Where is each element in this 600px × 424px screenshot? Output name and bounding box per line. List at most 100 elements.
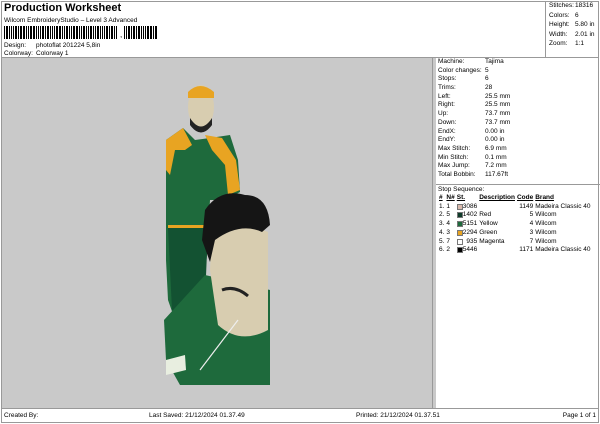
thread-code: 1149 <box>519 202 534 210</box>
stat-row: Height: 5.80 in <box>546 20 599 30</box>
info-row: EndY: 0.00 in <box>438 136 510 145</box>
column-header: Description <box>479 194 515 201</box>
table-row: 3. 4 5151 Yellow 4 Wilcom <box>438 220 592 229</box>
info-label: Max Jump: <box>438 162 470 170</box>
needle-number: 1 <box>446 202 451 210</box>
info-label: Left: <box>438 92 451 100</box>
info-row: Right: 25.5 mm <box>438 101 510 110</box>
info-label: Machine: <box>438 58 465 65</box>
machine-info: Machine: Tajima Color changes: 5 Stops: 6 Trim… <box>438 58 510 180</box>
stop-sequence-table: # N# St. Description Code Brand 1. 1 3086 1149 Mad… <box>438 194 592 255</box>
color-description: Magenta <box>479 237 505 245</box>
barcode-suffix: , <box>120 30 123 39</box>
info-row: EndX: 0.00 in <box>438 128 510 137</box>
table-row: 6. 2 5446 1171 Madeira Classic 40 <box>438 246 592 255</box>
info-value: 28 <box>485 84 493 92</box>
stop-number: 1. <box>439 202 445 210</box>
info-value: 6 <box>485 75 489 83</box>
table-row: 1. 1 3086 1149 Madeira Classic 40 <box>438 203 592 212</box>
thread-code: 5 <box>529 211 534 219</box>
thread-brand: Wilcom <box>535 237 557 245</box>
info-row: Min Stitch: 0.1 mm <box>438 154 510 163</box>
info-value: 73.7 mm <box>485 110 511 118</box>
info-value: 0.1 mm <box>485 153 507 161</box>
barcode: , <box>4 26 194 39</box>
design-preview <box>2 58 432 408</box>
summary-stats: Stitches:18316 Colors: 6 Height: 5.80 in Widt… <box>545 1 599 57</box>
thread-code: 7 <box>529 237 534 245</box>
thread-brand: Wilcom <box>535 211 557 219</box>
info-row: Stops: 6 <box>438 75 510 84</box>
needle-number: 5 <box>446 211 451 219</box>
stat-value: 6 <box>575 11 579 19</box>
design-info-panel: Machine: Tajima Color changes: 5 Stops: 6 Trim… <box>432 58 600 408</box>
needle-number: 4 <box>446 220 451 228</box>
info-value: Tajima <box>485 58 504 65</box>
stat-value: 1:1 <box>575 40 585 47</box>
design-label: Design: <box>4 42 27 49</box>
design-value: photoflat 201224 5,8in <box>36 42 101 49</box>
stop-sequence-title: Stop Sequence: <box>438 186 485 193</box>
stop-number: 5. <box>439 237 445 245</box>
stop-number: 6. <box>439 246 445 254</box>
info-label: EndX: <box>438 127 456 135</box>
color-description: Green <box>479 228 498 236</box>
column-header: Brand <box>535 194 554 201</box>
stat-label: Zoom: <box>549 40 568 47</box>
thread-brand: Wilcom <box>535 220 557 228</box>
color-description <box>478 246 516 255</box>
design-row: Design: photoflat 201224 5,8in <box>4 42 100 49</box>
color-description: Yellow <box>479 220 498 228</box>
info-value: 0.00 in <box>485 127 505 135</box>
software-name: Wilcom EmbroideryStudio – Level 3 Advanc… <box>4 17 138 24</box>
stop-number: 2. <box>439 211 445 219</box>
colorway-value: Colorway 1 <box>36 50 69 57</box>
stitch-count: 5151 <box>462 220 478 228</box>
needle-number: 3 <box>446 228 451 236</box>
stat-row: Width: 2.01 in <box>546 30 599 40</box>
info-value: 73.7 mm <box>485 118 511 126</box>
stat-value: 18316 <box>575 2 594 9</box>
stop-sequence: Stop Sequence: # N# St. Description Code Bran… <box>436 184 600 255</box>
info-value: 7.2 mm <box>485 162 507 170</box>
info-value: 0.00 in <box>485 136 505 144</box>
stop-number: 4. <box>439 228 445 236</box>
info-value: 25.5 mm <box>485 92 511 100</box>
info-row: Machine: Tajima <box>438 58 510 67</box>
color-description <box>478 203 516 212</box>
info-label: Max Stitch: <box>438 144 471 152</box>
needle-number: 2 <box>446 246 451 254</box>
info-label: Trims: <box>438 84 456 92</box>
stat-label: Height: <box>549 21 570 28</box>
info-label: Total Bobbin: <box>438 170 476 178</box>
footer: Created By: Last Saved: 21/12/2024 01.37… <box>1 408 599 422</box>
stitch-count: 935 <box>466 237 478 245</box>
stitch-count: 3086 <box>462 202 478 210</box>
column-header: N# <box>446 194 455 201</box>
info-label: Color changes: <box>438 66 482 74</box>
info-row: Trims: 28 <box>438 84 510 93</box>
thread-code: 3 <box>529 228 534 236</box>
info-value: 5 <box>485 66 489 74</box>
info-label: Right: <box>438 101 455 109</box>
created-by: Created By: <box>4 412 39 419</box>
column-header: # <box>439 194 443 201</box>
table-row: 5. 7 935 Magenta 7 Wilcom <box>438 238 592 247</box>
page-number: Page 1 of 1 <box>562 412 596 419</box>
stat-label: Colors: <box>549 11 570 19</box>
info-label: EndY: <box>438 136 456 144</box>
info-row: Max Jump: 7.2 mm <box>438 162 510 171</box>
needle-number: 7 <box>446 237 451 245</box>
embroidery-image <box>164 85 270 385</box>
info-label: Down: <box>438 118 457 126</box>
stop-number: 3. <box>439 220 445 228</box>
stat-row: Stitches:18316 <box>546 1 599 11</box>
page-title: Production Worksheet <box>4 2 122 14</box>
stat-label: Width: <box>549 30 568 38</box>
thread-code: 1171 <box>519 246 534 254</box>
info-row: Color changes: 5 <box>438 67 510 76</box>
thread-brand: Wilcom <box>535 228 557 236</box>
colorway-row: Colorway: Colorway 1 <box>4 50 69 57</box>
table-row: 4. 3 2294 Green 3 Wilcom <box>438 229 592 238</box>
color-description: Red <box>479 211 492 219</box>
